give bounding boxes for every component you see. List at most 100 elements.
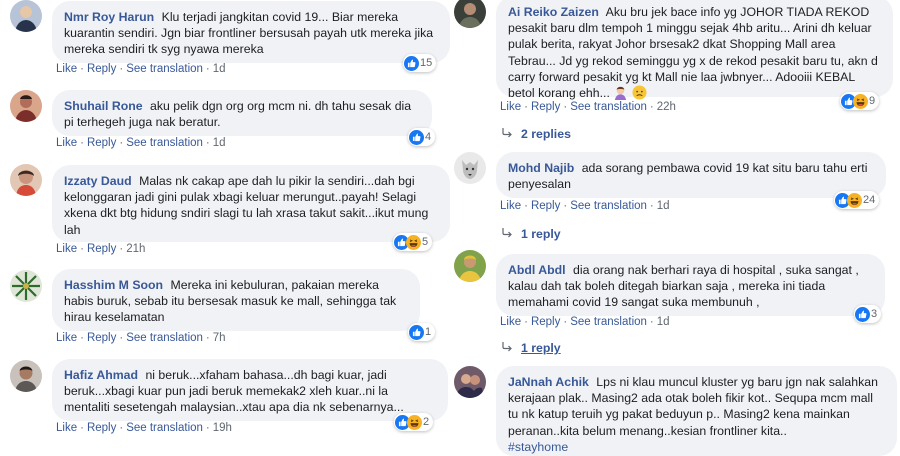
see-translation-link[interactable]: See translation bbox=[570, 101, 647, 113]
separator: · bbox=[205, 63, 210, 75]
comment-actions: Like · Reply · See translation · 1d bbox=[500, 316, 670, 328]
avatar[interactable] bbox=[10, 0, 42, 32]
comment-actions: Like · Reply · See translation · 22h bbox=[500, 101, 676, 113]
timestamp[interactable]: 21h bbox=[126, 243, 145, 255]
separator: · bbox=[119, 137, 124, 149]
like-link[interactable]: Like bbox=[56, 422, 77, 434]
comment-actions: Like · Reply · See translation · 19h bbox=[56, 422, 232, 434]
reply-link[interactable]: Reply bbox=[87, 137, 116, 149]
timestamp[interactable]: 1d bbox=[213, 63, 226, 75]
separator: · bbox=[80, 137, 84, 149]
comment-author[interactable]: Hafiz Ahmad bbox=[64, 368, 138, 382]
see-translation-link[interactable]: See translation bbox=[570, 316, 647, 328]
comment-author[interactable]: Shuhail Rone bbox=[64, 99, 143, 113]
comment-author[interactable]: Hasshim M Soon bbox=[64, 278, 163, 292]
comment-bubble: Nmr Roy Harun Klu terjadi jangkitan covi… bbox=[52, 1, 450, 63]
see-translation-link[interactable]: See translation bbox=[126, 422, 203, 434]
reaction-summary[interactable]: 3 bbox=[854, 305, 882, 323]
avatar[interactable] bbox=[454, 366, 486, 398]
reaction-summary[interactable]: 5 bbox=[393, 233, 433, 251]
timestamp[interactable]: 19h bbox=[213, 422, 232, 434]
timestamp[interactable]: 7h bbox=[213, 332, 226, 344]
like-link[interactable]: Like bbox=[56, 63, 77, 75]
comment-author[interactable]: Mohd Najib bbox=[508, 161, 574, 175]
separator: · bbox=[80, 243, 84, 255]
reaction-summary[interactable]: 4 bbox=[408, 128, 436, 146]
comment-bubble: Ai Reiko Zaizen Aku bru jek bace info yg… bbox=[496, 0, 893, 101]
comment-actions: Like · Reply · See translation · 1d bbox=[56, 63, 226, 75]
timestamp[interactable]: 1d bbox=[213, 137, 226, 149]
reply-link[interactable]: Reply bbox=[531, 316, 560, 328]
reply-link[interactable]: Reply bbox=[87, 243, 116, 255]
separator: · bbox=[80, 63, 84, 75]
avatar[interactable] bbox=[10, 270, 42, 302]
reply-link[interactable]: Reply bbox=[531, 101, 560, 113]
avatar[interactable] bbox=[10, 360, 42, 392]
reply-link[interactable]: Reply bbox=[531, 200, 560, 212]
like-link[interactable]: Like bbox=[500, 101, 521, 113]
reaction-summary[interactable]: 24 bbox=[834, 191, 880, 209]
see-translation-link[interactable]: See translation bbox=[126, 332, 203, 344]
separator: · bbox=[649, 200, 654, 212]
separator: · bbox=[205, 332, 210, 344]
separator: · bbox=[563, 101, 568, 113]
see-translation-link[interactable]: See translation bbox=[570, 200, 647, 212]
timestamp[interactable]: 22h bbox=[657, 101, 676, 113]
view-replies-link[interactable]: 1 reply bbox=[501, 227, 561, 241]
reaction-summary[interactable]: 15 bbox=[403, 54, 437, 72]
avatar[interactable] bbox=[10, 90, 42, 122]
see-translation-link[interactable]: See translation bbox=[126, 63, 203, 75]
comment-bubble: Mohd Najib ada sorang pembawa covid 19 k… bbox=[496, 152, 886, 198]
comment-actions: Like · Reply · See translation · 7h bbox=[56, 332, 226, 344]
replies-count[interactable]: 1 reply bbox=[521, 227, 561, 241]
comment-author[interactable]: Izzaty Daud bbox=[64, 174, 132, 188]
reply-link[interactable]: Reply bbox=[87, 332, 116, 344]
reply-link[interactable]: Reply bbox=[87, 63, 116, 75]
disappointed-face-icon bbox=[632, 85, 647, 100]
like-link[interactable]: Like bbox=[56, 243, 77, 255]
comment-author[interactable]: Abdl Abdl bbox=[508, 263, 566, 277]
reaction-count: 15 bbox=[420, 57, 433, 69]
comment-text: Aku bru jek bace info yg JOHOR TIADA REK… bbox=[508, 5, 878, 101]
avatar[interactable] bbox=[10, 164, 42, 196]
separator: · bbox=[563, 316, 568, 328]
like-link[interactable]: Like bbox=[56, 137, 77, 149]
avatar[interactable] bbox=[454, 250, 486, 282]
separator: · bbox=[119, 332, 124, 344]
avatar[interactable] bbox=[454, 152, 486, 184]
woman-shrugging-icon bbox=[613, 85, 628, 101]
like-icon bbox=[409, 325, 424, 340]
replies-count[interactable]: 1 reply bbox=[521, 341, 561, 355]
comment-author[interactable]: Nmr Roy Harun bbox=[64, 10, 154, 24]
view-replies-link[interactable]: 2 replies bbox=[501, 127, 571, 141]
reaction-count: 1 bbox=[425, 326, 432, 338]
timestamp[interactable]: 1d bbox=[657, 200, 670, 212]
hashtag-link[interactable]: #stayhome bbox=[508, 440, 568, 454]
reply-link[interactable]: Reply bbox=[87, 422, 116, 434]
separator: · bbox=[524, 101, 528, 113]
comment-author[interactable]: Ai Reiko Zaizen bbox=[508, 5, 599, 19]
view-replies-link[interactable]: 1 reply bbox=[501, 341, 561, 355]
replies-count[interactable]: 2 replies bbox=[521, 127, 571, 141]
reply-arrow-icon bbox=[501, 127, 513, 141]
comment-bubble: Izzaty Daud Malas nk cakap ape dah lu pi… bbox=[52, 165, 450, 242]
like-icon bbox=[855, 307, 870, 322]
separator: · bbox=[80, 422, 84, 434]
like-link[interactable]: Like bbox=[500, 316, 521, 328]
comment-actions: Like · Reply · See translation · 1d bbox=[56, 137, 226, 149]
comment-author[interactable]: JaNnah Achik bbox=[508, 375, 589, 389]
reaction-summary[interactable]: 9 bbox=[840, 92, 880, 110]
separator: · bbox=[563, 200, 568, 212]
haha-icon bbox=[406, 235, 421, 250]
reaction-summary[interactable]: 2 bbox=[394, 413, 434, 431]
avatar[interactable] bbox=[454, 0, 486, 28]
reaction-count: 9 bbox=[869, 95, 876, 107]
separator: · bbox=[524, 200, 528, 212]
like-link[interactable]: Like bbox=[500, 200, 521, 212]
like-link[interactable]: Like bbox=[56, 332, 77, 344]
separator: · bbox=[119, 422, 124, 434]
timestamp[interactable]: 1d bbox=[657, 316, 670, 328]
see-translation-link[interactable]: See translation bbox=[126, 137, 203, 149]
reaction-summary[interactable]: 1 bbox=[408, 323, 436, 341]
separator: · bbox=[649, 316, 654, 328]
